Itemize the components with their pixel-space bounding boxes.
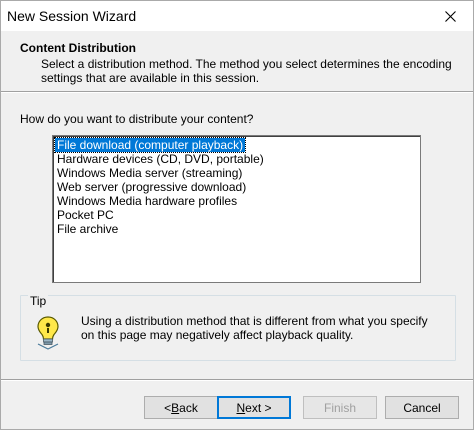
back-button-prefix: < <box>164 400 172 415</box>
method-list-item-label: Web server (progressive download) <box>57 180 247 194</box>
tip-label: Tip <box>28 294 49 308</box>
title-bar[interactable]: New Session Wizard <box>1 1 473 31</box>
wizard-header: Content Distribution Select a distributi… <box>1 31 473 91</box>
method-list-item[interactable]: Windows Media hardware profiles <box>55 194 418 208</box>
method-list-item-label: Windows Media server (streaming) <box>57 166 243 180</box>
back-button-rest: ack <box>179 400 198 415</box>
header-divider <box>1 91 473 93</box>
window-title: New Session Wizard <box>7 8 137 24</box>
method-list-item[interactable]: Windows Media server (streaming) <box>55 166 418 180</box>
method-list-item[interactable]: File archive <box>55 222 418 236</box>
back-button[interactable]: < Back <box>144 396 218 419</box>
close-icon <box>444 10 456 22</box>
finish-button-label: Finish <box>323 400 356 415</box>
method-list-item-label: File archive <box>57 222 119 236</box>
method-list-item-label: Hardware devices (CD, DVD, portable) <box>57 152 264 166</box>
tip-text: Using a distribution method that is diff… <box>81 314 428 342</box>
page-description: Select a distribution method. The method… <box>41 57 452 85</box>
method-list-item[interactable]: Hardware devices (CD, DVD, portable) <box>55 152 418 166</box>
method-list-item[interactable]: Pocket PC <box>55 208 418 222</box>
close-button[interactable] <box>427 1 473 31</box>
wizard-window: New Session Wizard Content Distribution … <box>0 0 474 430</box>
footer-divider <box>1 379 473 381</box>
next-button[interactable]: Next > <box>217 396 291 419</box>
method-list-item[interactable]: File download (computer playback) <box>53 137 418 153</box>
finish-button[interactable]: Finish <box>303 396 377 419</box>
back-button-mnemonic: B <box>171 400 180 415</box>
next-button-mnemonic: N <box>236 400 246 415</box>
method-list-item-label: File download (computer playback) <box>53 137 247 153</box>
lightbulb-icon <box>37 316 59 350</box>
method-list-item-label: Windows Media hardware profiles <box>57 194 238 208</box>
method-list-item-label: Pocket PC <box>57 208 114 222</box>
distribution-method-list[interactable]: File download (computer playback) Hardwar… <box>52 135 421 283</box>
cancel-button-label: Cancel <box>403 400 441 415</box>
page-title: Content Distribution <box>20 41 136 55</box>
method-list-item[interactable]: Web server (progressive download) <box>55 180 418 194</box>
cancel-button[interactable]: Cancel <box>385 396 459 419</box>
distribution-question: How do you want to distribute your conte… <box>20 112 254 126</box>
next-button-rest: ext > <box>245 400 272 415</box>
